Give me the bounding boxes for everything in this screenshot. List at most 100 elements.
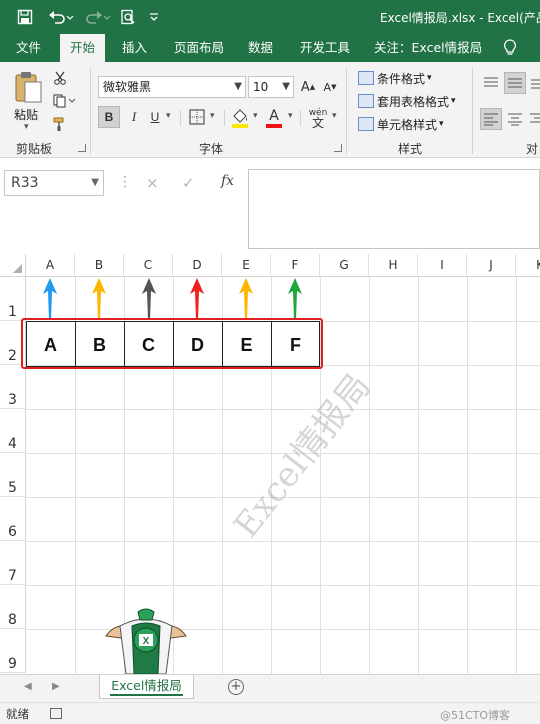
increase-font-icon[interactable]: A ▲ — [300, 78, 316, 96]
tab-follow[interactable]: 关注：Excel情报局 — [372, 34, 484, 62]
align-bottom-icon[interactable] — [530, 74, 540, 92]
conditional-formatting-icon — [358, 71, 374, 85]
row-header[interactable]: 4 — [0, 409, 26, 453]
tab-developer[interactable]: 开发工具 — [298, 34, 352, 62]
credit-text: @51CTO博客 — [440, 709, 511, 722]
underline-dropdown-icon[interactable]: ▾ — [166, 111, 171, 121]
paste-icon[interactable] — [10, 68, 46, 106]
paste-dropdown-icon[interactable]: ▾ — [24, 122, 29, 132]
font-name-value: 微软雅黑 — [103, 80, 152, 94]
divider — [472, 68, 473, 154]
formula-bar: R33 ▼ ⋮ × ✓ fx — [0, 158, 540, 254]
bold-button[interactable]: B — [98, 106, 120, 128]
column-header[interactable]: D — [173, 254, 222, 277]
gridline — [369, 277, 370, 674]
name-box[interactable]: R33 ▼ — [4, 170, 104, 196]
arrow-icon — [43, 278, 57, 320]
row-header[interactable]: 5 — [0, 453, 26, 497]
arrow-icon — [142, 278, 156, 320]
font-name-select[interactable]: 微软雅黑 ▼ — [98, 76, 246, 98]
column-header[interactable]: E — [222, 254, 271, 277]
column-header[interactable]: K — [516, 254, 540, 277]
row-header[interactable]: 1 — [0, 277, 26, 321]
column-header[interactable]: C — [124, 254, 173, 277]
borders-dropdown-icon[interactable]: ▾ — [210, 111, 215, 121]
macro-record-icon[interactable] — [50, 708, 62, 719]
paste-button[interactable]: 粘贴 — [14, 106, 38, 123]
row-header[interactable]: 8 — [0, 585, 26, 629]
column-header[interactable]: H — [369, 254, 418, 277]
arrow-icon — [239, 278, 253, 320]
scroll-right-icon[interactable]: ▶ — [52, 681, 60, 692]
font-size-value: 10 — [253, 80, 269, 94]
font-color-dropdown-icon[interactable]: ▾ — [288, 111, 293, 121]
row-header[interactable]: 7 — [0, 541, 26, 585]
tab-home[interactable]: 开始 — [60, 34, 106, 62]
save-icon[interactable] — [14, 6, 36, 28]
tab-page-layout[interactable]: 页面布局 — [172, 34, 226, 62]
align-right-icon[interactable] — [530, 110, 540, 128]
font-color-icon[interactable]: A — [264, 106, 284, 130]
customize-qat-icon[interactable] — [146, 6, 162, 28]
tab-data[interactable]: 数据 — [246, 34, 275, 62]
undo-icon[interactable] — [46, 6, 76, 28]
align-center-icon[interactable] — [506, 110, 524, 128]
sheet-tab-active[interactable]: Excel情报局 — [99, 675, 194, 699]
font-size-select[interactable]: 10 ▼ — [248, 76, 294, 98]
align-middle-icon[interactable] — [504, 72, 526, 94]
fill-color-icon[interactable] — [230, 106, 250, 130]
tab-insert[interactable]: 插入 — [120, 34, 149, 62]
align-top-icon[interactable] — [482, 74, 500, 92]
format-as-table-icon — [358, 94, 374, 108]
format-painter-icon[interactable] — [52, 116, 68, 132]
conditional-formatting-button[interactable]: 条件格式 ▾ — [358, 68, 432, 88]
divider — [224, 110, 225, 126]
cell-styles-label: 单元格样式 — [377, 117, 438, 132]
arrow-icon — [190, 278, 204, 320]
copy-icon[interactable] — [52, 93, 78, 109]
clipboard-group-label: 剪贴板 — [16, 142, 53, 156]
underline-button[interactable]: U — [146, 106, 164, 128]
font-launcher-icon[interactable] — [334, 144, 342, 152]
worksheet-grid[interactable]: A B C D E F G H I J K 1 2 3 4 5 6 7 8 9 … — [0, 254, 540, 674]
splitter-dots-icon[interactable]: ⋮ — [118, 174, 132, 190]
enter-icon[interactable]: ✓ — [182, 174, 195, 192]
column-header[interactable]: I — [418, 254, 467, 277]
ribbon: 粘贴 ▾ 剪贴板 微软雅黑 ▼ 10 ▼ A ▲ A ▼ B I U ▾ ▾ ▾ A… — [0, 62, 540, 158]
decrease-font-icon[interactable]: A ▼ — [322, 78, 338, 96]
row-header[interactable]: 9 — [0, 629, 26, 673]
font-group-label: 字体 — [199, 142, 224, 156]
borders-icon[interactable] — [188, 108, 206, 126]
select-all-button[interactable] — [0, 254, 26, 277]
ribbon-tabs: 文件 开始 插入 页面布局 数据 开发工具 关注：Excel情报局 — [0, 34, 540, 62]
phonetic-guide-icon[interactable]: wén 文 — [306, 106, 330, 130]
column-header[interactable]: G — [320, 254, 369, 277]
column-header[interactable]: A — [26, 254, 75, 277]
add-sheet-icon[interactable]: + — [228, 679, 244, 695]
insert-function-icon[interactable]: fx — [221, 173, 234, 189]
formula-input[interactable] — [248, 169, 540, 249]
arrow-icon — [92, 278, 106, 320]
print-preview-icon[interactable] — [118, 6, 138, 28]
row-header[interactable]: 3 — [0, 365, 26, 409]
align-left-icon[interactable] — [480, 108, 502, 130]
cut-icon[interactable] — [52, 70, 68, 86]
conditional-formatting-label: 条件格式 — [377, 71, 426, 86]
scroll-left-icon[interactable]: ◀ — [24, 681, 32, 692]
fill-color-dropdown-icon[interactable]: ▾ — [253, 111, 258, 121]
tell-me-lightbulb-icon[interactable] — [502, 39, 518, 57]
row-header[interactable]: 6 — [0, 497, 26, 541]
redo-icon[interactable] — [84, 6, 112, 28]
phonetic-dropdown-icon[interactable]: ▾ — [332, 111, 337, 121]
column-header[interactable]: F — [271, 254, 320, 277]
italic-button[interactable]: I — [124, 106, 144, 128]
tab-file[interactable]: 文件 — [14, 34, 43, 62]
divider — [90, 68, 91, 154]
format-as-table-button[interactable]: 套用表格格式 ▾ — [358, 91, 456, 111]
clipboard-launcher-icon[interactable] — [78, 144, 86, 152]
cancel-icon[interactable]: × — [146, 174, 159, 192]
column-header[interactable]: B — [75, 254, 124, 277]
cell-styles-button[interactable]: 单元格样式 ▾ — [358, 114, 444, 134]
svg-text:X: X — [143, 636, 150, 647]
column-header[interactable]: J — [467, 254, 516, 277]
